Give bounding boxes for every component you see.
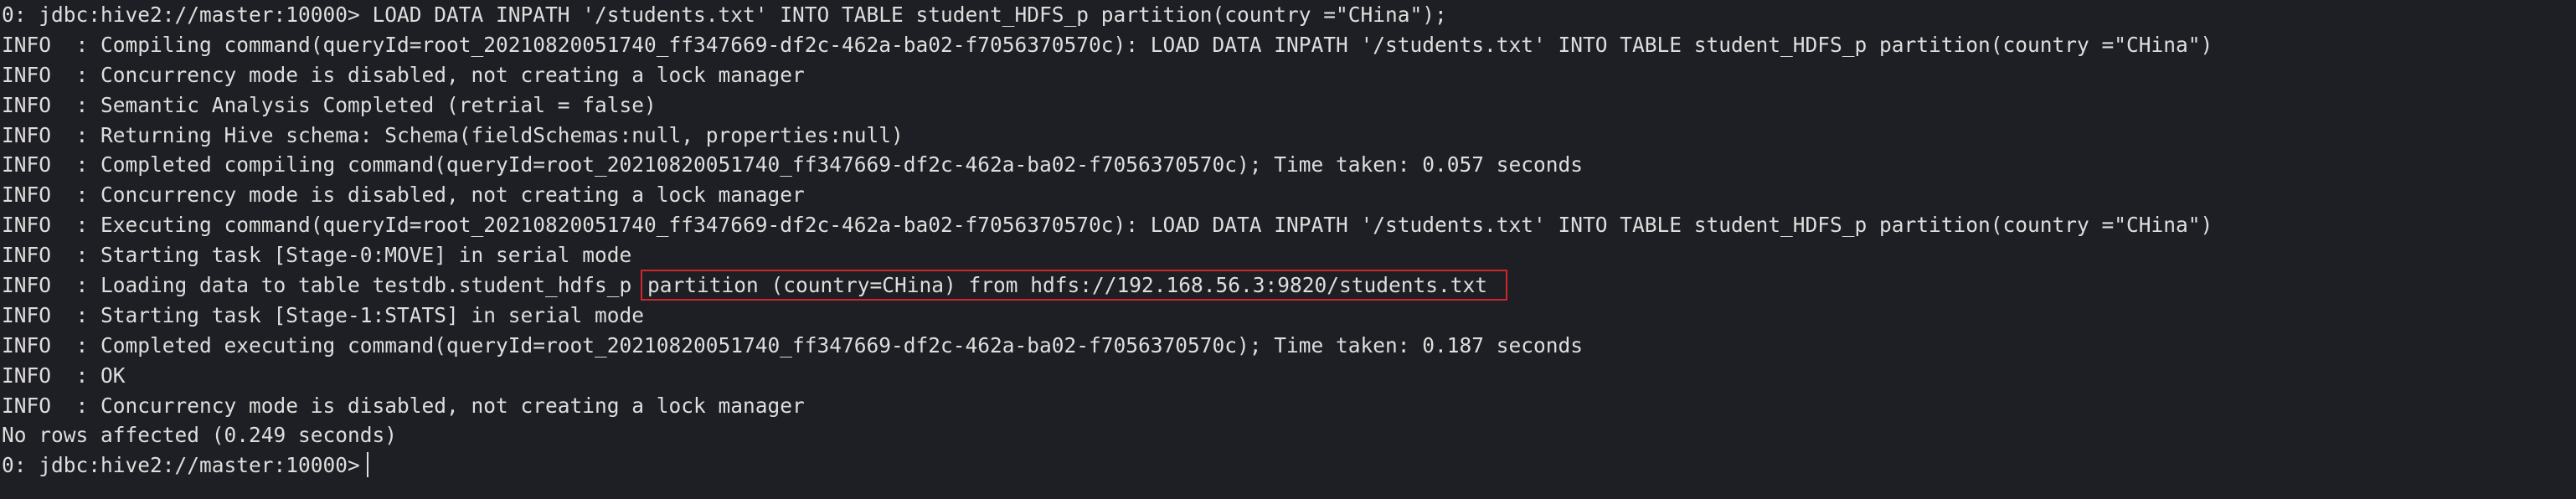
- terminal-line-loading-data: INFO : Loading data to table testdb.stud…: [0, 270, 2576, 301]
- terminal-line-log: INFO : Concurrency mode is disabled, not…: [2, 183, 805, 208]
- terminal-prompt: 0: jdbc:hive2://master:10000>: [2, 453, 360, 478]
- loading-data-prefix: INFO : Loading data to table testdb.stud…: [2, 273, 645, 298]
- text-cursor[interactable]: [366, 452, 368, 478]
- terminal-line-log: INFO : Concurrency mode is disabled, not…: [2, 393, 805, 418]
- terminal-line-command: 0: jdbc:hive2://master:10000> LOAD DATA …: [2, 3, 1447, 27]
- terminal-line-log: INFO : Completed executing command(query…: [2, 332, 1584, 358]
- highlighted-partition-path: partition (country=CHina) from hdfs://19…: [641, 270, 1508, 301]
- terminal-line-log: INFO : Semantic Analysis Completed (retr…: [2, 92, 657, 117]
- terminal-line-log: INFO : Returning Hive schema: Schema(fie…: [2, 122, 904, 147]
- terminal-line-log: INFO : Completed compiling command(query…: [2, 152, 1584, 177]
- terminal-line-log: INFO : Concurrency mode is disabled, not…: [2, 62, 805, 87]
- terminal-line-log: INFO : Executing command(queryId=root_20…: [2, 213, 2213, 238]
- terminal-window[interactable]: 0: jdbc:hive2://master:10000> LOAD DATA …: [0, 0, 2576, 499]
- terminal-line-result: No rows affected (0.249 seconds): [2, 423, 398, 448]
- terminal-line-log: INFO : Compiling command(queryId=root_20…: [2, 32, 2213, 57]
- terminal-line-log: INFO : Starting task [Stage-1:STATS] in …: [2, 302, 645, 327]
- terminal-line-log: INFO : OK: [2, 363, 126, 388]
- terminal-prompt-line[interactable]: 0: jdbc:hive2://master:10000>: [0, 450, 2576, 481]
- terminal-line-log: INFO : Starting task [Stage-0:MOVE] in s…: [2, 243, 632, 268]
